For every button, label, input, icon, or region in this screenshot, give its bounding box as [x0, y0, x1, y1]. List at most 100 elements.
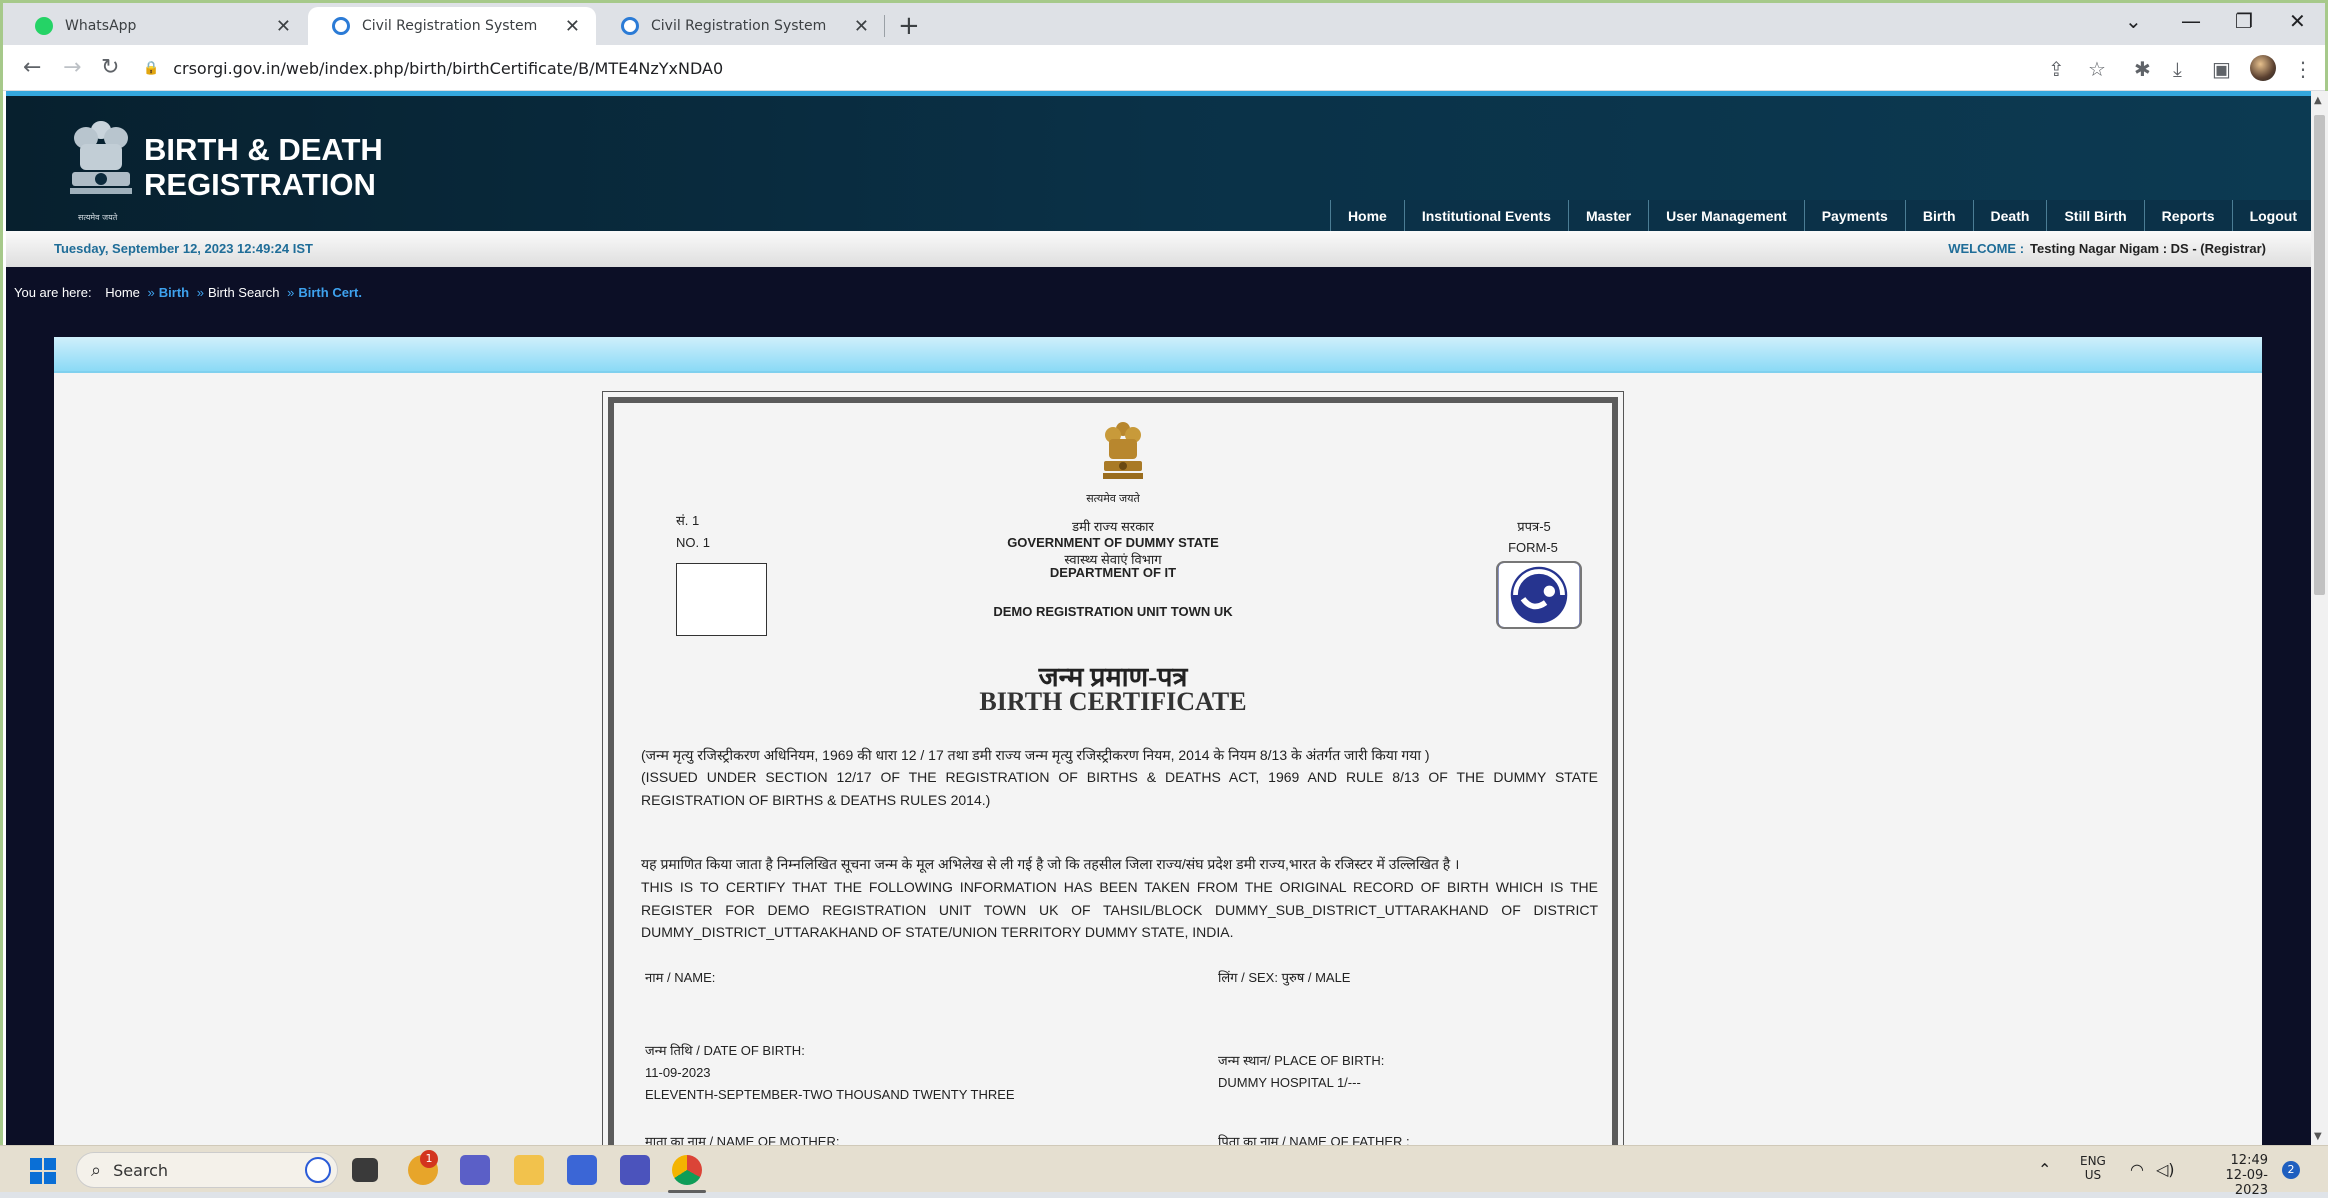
- forward-button[interactable]: →: [63, 55, 81, 80]
- menu-master[interactable]: Master: [1567, 200, 1649, 231]
- share-icon[interactable]: ⇪: [2048, 57, 2065, 81]
- menu-logout[interactable]: Logout: [2231, 200, 2314, 231]
- notification-badge: 1: [420, 1150, 438, 1168]
- tray-overflow-chevron-icon[interactable]: ⌃: [2038, 1160, 2051, 1179]
- notification-count[interactable]: 2: [2282, 1161, 2300, 1179]
- clock-time: 12:49: [2230, 1153, 2268, 1168]
- menu-reports[interactable]: Reports: [2143, 200, 2232, 231]
- url-text: crsorgi.gov.in/web/index.php/birth/birth…: [173, 58, 724, 78]
- volume-icon[interactable]: ◁): [2156, 1160, 2175, 1179]
- registration-unit: DEMO REGISTRATION UNIT TOWN UK: [993, 604, 1233, 619]
- profile-avatar[interactable]: [2250, 55, 2276, 81]
- minimize-button[interactable]: —: [2181, 9, 2201, 33]
- satyamev-jayate: सत्यमेव जयते: [1086, 493, 1140, 505]
- system-clock[interactable]: 12:49 12-09-2023: [2196, 1153, 2268, 1198]
- task-view-icon[interactable]: [352, 1158, 378, 1182]
- welcome-username: Testing Nagar Nigam : DS - (Registrar): [2030, 241, 2266, 256]
- welcome-user: WELCOME : Testing Nagar Nigam : DS - (Reg…: [1948, 241, 2266, 256]
- new-tab-button[interactable]: +: [898, 11, 920, 41]
- site-favicon-icon: [332, 17, 350, 35]
- wifi-icon[interactable]: ◠: [2130, 1160, 2144, 1179]
- breadcrumb-prefix: You are here:: [14, 285, 92, 300]
- site-favicon-icon: [621, 17, 639, 35]
- menu-institutional-events[interactable]: Institutional Events: [1403, 200, 1568, 231]
- brand-title[interactable]: BIRTH & DEATH REGISTRATION: [144, 132, 383, 202]
- tab-civil-registration-active[interactable]: Civil Registration System ✕: [308, 7, 596, 45]
- scroll-up-icon[interactable]: ▲: [2314, 95, 2322, 106]
- menu-home[interactable]: Home: [1329, 200, 1404, 231]
- chrome-icon[interactable]: [672, 1155, 702, 1185]
- breadcrumb-separator: »: [196, 285, 204, 300]
- department-name: DEPARTMENT OF IT: [1049, 565, 1177, 580]
- restore-button[interactable]: ❐: [2235, 9, 2253, 33]
- address-bar-row: ← → ↻ 🔒 crsorgi.gov.in/web/index.php/bir…: [3, 45, 2325, 91]
- language-indicator[interactable]: ENG US: [2080, 1154, 2106, 1182]
- bookmark-star-icon[interactable]: ☆: [2088, 57, 2106, 81]
- reload-button[interactable]: ↻: [101, 55, 119, 80]
- sex-label: लिंग / SEX: पुरुष / MALE: [1218, 970, 1351, 985]
- close-tab-icon[interactable]: ✕: [565, 16, 580, 37]
- taskbar-search-label: Search: [113, 1160, 169, 1180]
- menu-payments[interactable]: Payments: [1803, 200, 1905, 231]
- breadcrumb-birth-search[interactable]: Birth Search: [208, 285, 280, 300]
- web-page: BIRTH & DEATH REGISTRATION सत्यमेव जयते …: [6, 91, 2314, 1148]
- language-code: ENG: [2080, 1154, 2106, 1168]
- menu-user-management[interactable]: User Management: [1648, 200, 1804, 231]
- region-code: US: [2084, 1168, 2102, 1182]
- brand-line-2: REGISTRATION: [144, 167, 376, 202]
- menu-still-birth[interactable]: Still Birth: [2046, 200, 2144, 231]
- dob-value: 11-09-2023: [645, 1065, 711, 1080]
- tab-title: Civil Registration System: [651, 18, 827, 34]
- name-label: नाम / NAME:: [645, 970, 716, 985]
- clock-date: 12-09-2023: [2225, 1168, 2268, 1198]
- issued-under: (ISSUED UNDER SECTION 12/17 OF THE REGIS…: [641, 769, 1598, 808]
- tab-title: WhatsApp: [65, 18, 137, 34]
- extensions-icon[interactable]: ✱: [2134, 57, 2151, 81]
- tab-search-chevron-icon[interactable]: ⌄: [2125, 9, 2142, 33]
- welcome-label: WELCOME :: [1948, 241, 2025, 256]
- dob-words: ELEVENTH-SEPTEMBER-TWO THOUSAND TWENTY T…: [645, 1087, 1015, 1102]
- page-scrollbar[interactable]: ▲ ▼: [2311, 91, 2328, 1148]
- info-bar: Tuesday, September 12, 2023 12:49:24 IST…: [6, 231, 2314, 267]
- tab-separator: [884, 15, 885, 37]
- scroll-down-icon[interactable]: ▼: [2314, 1131, 2322, 1142]
- certificate-border: सत्यमेव जयते सं. 1 NO. 1 प्रपत्र-5 FORM-…: [608, 397, 1618, 1148]
- teams-icon[interactable]: [620, 1155, 650, 1185]
- url-field[interactable]: 🔒 crsorgi.gov.in/web/index.php/birth/bir…: [143, 51, 2103, 85]
- menu-kebab-icon[interactable]: ⋮: [2293, 57, 2313, 81]
- breadcrumb-birth[interactable]: Birth: [159, 285, 189, 300]
- current-datetime: Tuesday, September 12, 2023 12:49:24 IST: [54, 241, 313, 256]
- menu-death[interactable]: Death: [1972, 200, 2047, 231]
- file-explorer-icon[interactable]: [514, 1155, 544, 1185]
- emblem-caption: सत्यमेव जयते: [78, 213, 118, 222]
- tab-whatsapp[interactable]: WhatsApp ✕: [11, 7, 307, 45]
- download-icon[interactable]: ⤓: [2173, 57, 2182, 81]
- close-tab-icon[interactable]: ✕: [276, 16, 291, 37]
- back-button[interactable]: ←: [23, 55, 41, 80]
- whatsapp-icon: [35, 17, 53, 35]
- windows-start-icon[interactable]: [30, 1158, 56, 1184]
- close-tab-icon[interactable]: ✕: [854, 16, 869, 37]
- close-window-button[interactable]: ✕: [2289, 9, 2306, 33]
- panel-header: [54, 337, 2262, 373]
- teams-chat-icon[interactable]: [460, 1155, 490, 1185]
- search-icon: ⌕: [91, 1159, 102, 1181]
- breadcrumb-current: Birth Cert.: [298, 285, 362, 300]
- certify-text-hindi: यह प्रमाणित किया जाता है निम्नलिखित सूचन…: [641, 856, 1460, 872]
- main-menu: Home Institutional Events Master User Ma…: [1329, 200, 2314, 231]
- government-hindi: डमी राज्य सरकार: [1072, 519, 1154, 534]
- taskbar-search[interactable]: ⌕ Search: [76, 1152, 338, 1188]
- side-panel-icon[interactable]: ▣: [2212, 57, 2231, 81]
- menu-birth[interactable]: Birth: [1904, 200, 1973, 231]
- bing-icon[interactable]: [305, 1157, 331, 1183]
- site-header: BIRTH & DEATH REGISTRATION सत्यमेव जयते …: [6, 91, 2314, 231]
- store-icon[interactable]: [567, 1155, 597, 1185]
- lock-icon: 🔒: [143, 60, 160, 76]
- scrollbar-thumb[interactable]: [2314, 115, 2325, 595]
- birth-certificate: सत्यमेव जयते सं. 1 NO. 1 प्रपत्र-5 FORM-…: [602, 391, 1624, 1148]
- tab-civil-registration[interactable]: Civil Registration System ✕: [597, 7, 885, 45]
- pob-label: जन्म स्थान/ PLACE OF BIRTH:: [1218, 1053, 1385, 1068]
- breadcrumb-home[interactable]: Home: [105, 285, 140, 300]
- pob-value: DUMMY HOSPITAL 1/---: [1218, 1075, 1361, 1090]
- breadcrumb-separator: »: [147, 285, 155, 300]
